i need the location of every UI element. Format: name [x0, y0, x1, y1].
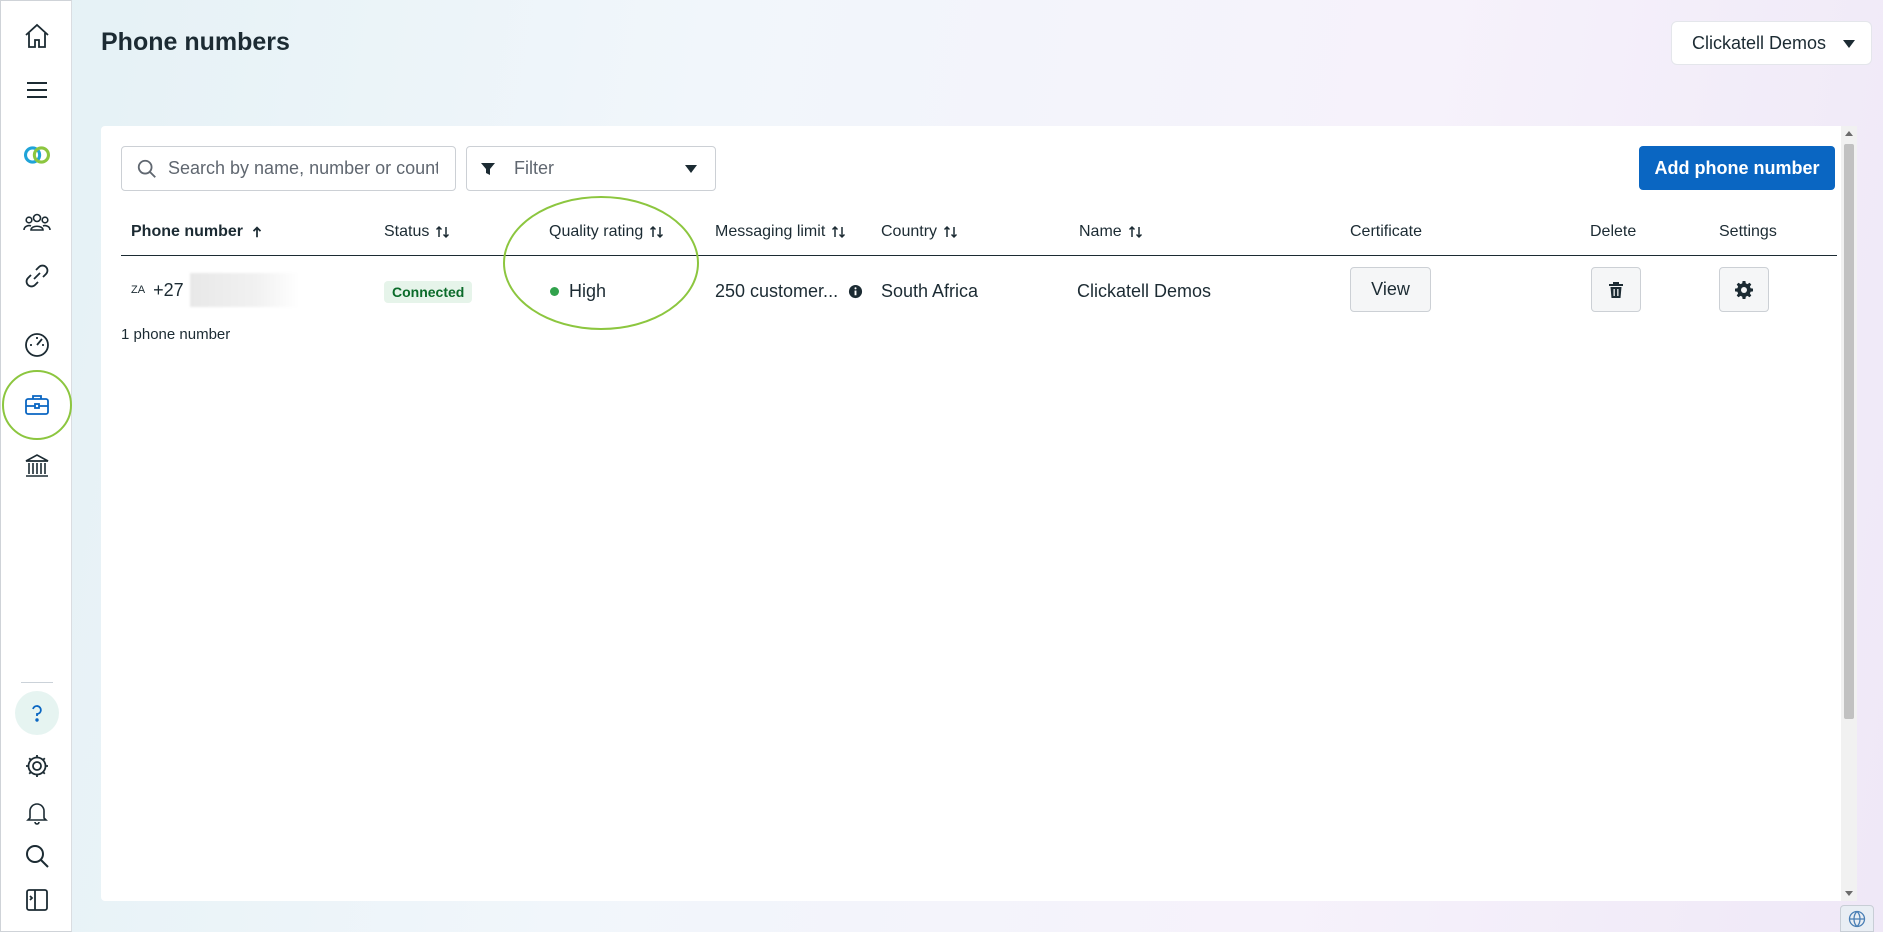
- sort-icon: [944, 225, 958, 239]
- filter-label: Filter: [514, 158, 554, 178]
- scroll-down-icon[interactable]: [1845, 891, 1853, 896]
- sort-ascending-icon: [252, 226, 262, 238]
- settings-icon[interactable]: [13, 742, 61, 790]
- left-nav-rail: [0, 0, 72, 932]
- quality-dot-icon: [550, 287, 559, 296]
- menu-icon[interactable]: [13, 66, 61, 114]
- column-header-settings: Settings: [1719, 223, 1777, 241]
- column-header-status[interactable]: Status: [384, 223, 451, 241]
- quality-rating-cell: High: [550, 281, 606, 302]
- integrations-icon[interactable]: [13, 252, 61, 300]
- billing-icon[interactable]: [13, 442, 61, 490]
- messaging-limit-value: 250 customer...: [715, 281, 839, 301]
- sort-icon: [650, 225, 664, 239]
- country-code: ZA: [131, 284, 146, 296]
- messaging-limit-cell: 250 customer...: [715, 281, 863, 302]
- rail-divider: [21, 682, 53, 683]
- home-icon[interactable]: [13, 12, 61, 60]
- phone-numbers-card: Filter Add phone number Phone number Sta…: [101, 126, 1857, 901]
- settings-button[interactable]: [1719, 267, 1769, 312]
- clickatell-logo-icon[interactable]: [13, 131, 61, 179]
- column-header-delete: Delete: [1590, 223, 1636, 241]
- sort-icon: [832, 225, 846, 239]
- chevron-down-icon: [1843, 40, 1855, 48]
- dashboard-icon[interactable]: [13, 320, 61, 368]
- redacted-number: [189, 273, 300, 307]
- column-label: Delete: [1590, 223, 1637, 240]
- column-label: Name: [1079, 223, 1122, 240]
- search-input[interactable]: [168, 158, 438, 179]
- globe-icon[interactable]: [1840, 905, 1874, 932]
- column-header-phone-number[interactable]: Phone number: [131, 223, 265, 241]
- info-icon[interactable]: [848, 284, 863, 299]
- dial-prefix: +27: [153, 279, 184, 300]
- sort-icon: [436, 225, 450, 239]
- column-header-messaging-limit[interactable]: Messaging limit: [715, 223, 847, 241]
- filter-dropdown[interactable]: Filter: [466, 146, 716, 191]
- trash-icon: [1609, 281, 1623, 298]
- column-header-certificate: Certificate: [1350, 223, 1422, 241]
- column-label: Settings: [1719, 223, 1777, 240]
- vertical-scrollbar[interactable]: [1841, 126, 1857, 901]
- account-selector[interactable]: Clickatell Demos: [1671, 21, 1872, 65]
- page-title: Phone numbers: [101, 28, 290, 56]
- chevron-down-icon: [685, 165, 697, 173]
- scroll-up-icon[interactable]: [1845, 131, 1853, 136]
- delete-button[interactable]: [1591, 267, 1641, 312]
- sort-icon: [1128, 225, 1142, 239]
- table-header-divider: [121, 255, 1837, 256]
- column-label: Certificate: [1350, 223, 1423, 240]
- column-label: Quality rating: [549, 223, 644, 240]
- panel-toggle-icon[interactable]: [13, 876, 61, 924]
- scrollbar-thumb[interactable]: [1844, 144, 1854, 719]
- column-header-quality-rating[interactable]: Quality rating: [549, 223, 665, 241]
- add-phone-number-button[interactable]: Add phone number: [1639, 146, 1835, 190]
- search-icon[interactable]: [13, 832, 61, 880]
- quality-rating-highlight: [503, 196, 699, 330]
- status-cell: Connected: [384, 281, 473, 303]
- gear-icon: [1735, 280, 1753, 299]
- notifications-icon[interactable]: [13, 788, 61, 836]
- row-count: 1 phone number: [121, 326, 231, 343]
- column-header-country[interactable]: Country: [881, 223, 959, 241]
- business-tools-icon[interactable]: [13, 381, 61, 429]
- account-selector-label: Clickatell Demos: [1692, 32, 1827, 53]
- status-badge: Connected: [384, 281, 473, 303]
- column-label: Status: [384, 223, 430, 240]
- filter-icon: [481, 162, 495, 175]
- search-icon: [137, 159, 156, 178]
- help-icon[interactable]: [15, 691, 59, 735]
- quality-rating-value: High: [569, 281, 607, 301]
- column-label: Phone number: [131, 223, 244, 240]
- country-cell: South Africa: [881, 281, 979, 301]
- name-cell: Clickatell Demos: [1077, 281, 1212, 301]
- column-header-name[interactable]: Name: [1079, 223, 1144, 241]
- search-box[interactable]: [121, 146, 456, 191]
- column-label: Country: [881, 223, 938, 240]
- contacts-icon[interactable]: [13, 198, 61, 246]
- column-label: Messaging limit: [715, 223, 826, 240]
- phone-number-cell: ZA +27: [131, 273, 300, 307]
- view-certificate-button[interactable]: View: [1350, 267, 1431, 312]
